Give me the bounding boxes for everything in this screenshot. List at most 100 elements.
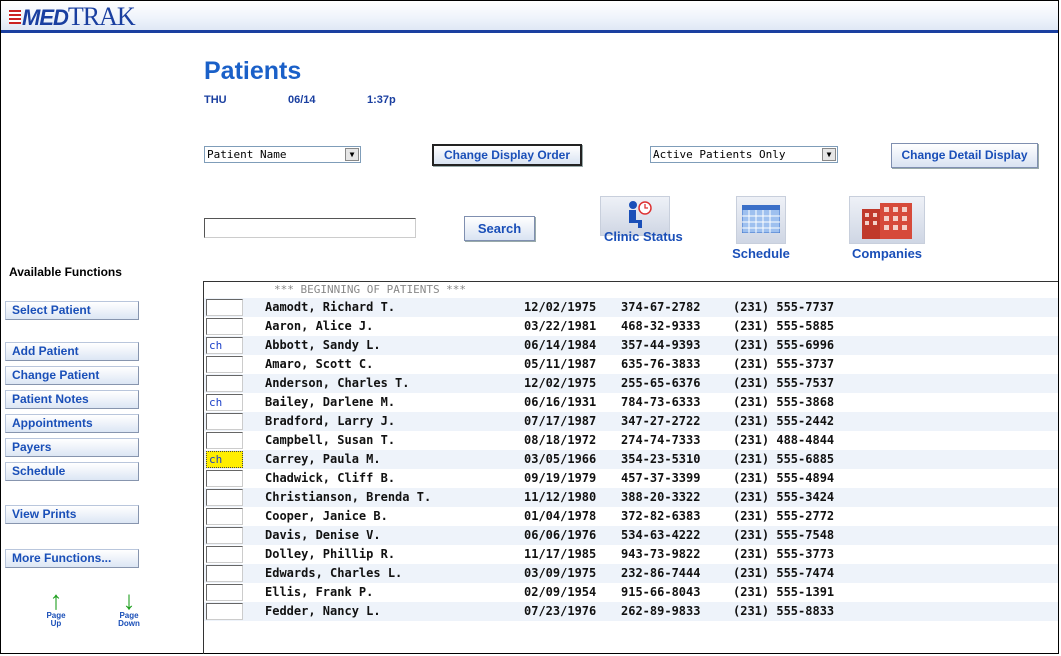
page-up-button[interactable]: ↑ Page Up [44, 587, 68, 628]
patient-dob: 12/02/1975 [524, 300, 597, 314]
status-code-field[interactable] [206, 375, 243, 392]
chevron-down-icon[interactable]: ▼ [345, 148, 359, 161]
patient-phone: (231) 555-2772 [733, 509, 835, 523]
status-code-field[interactable] [206, 299, 243, 316]
patient-dob: 05/11/1987 [524, 357, 597, 371]
patient-name: Aamodt, Richard T. [265, 300, 396, 314]
patient-ssn: 255-65-6376 [621, 376, 701, 390]
status-code-field[interactable] [206, 565, 243, 582]
patient-dob: 02/09/1954 [524, 585, 597, 599]
status-code-field[interactable] [206, 356, 243, 373]
table-row[interactable]: Chadwick, Cliff B. 09/19/1979 457-37-3399 (… [204, 469, 1058, 488]
date-label: 06/14 [288, 94, 316, 106]
patient-ssn: 374-67-2782 [621, 300, 701, 314]
table-row[interactable]: Edwards, Charles L. 03/09/1975 232-86-7444… [204, 564, 1058, 583]
patient-dob: 09/19/1979 [524, 471, 597, 485]
patient-notes-button[interactable]: Patient Notes [5, 390, 139, 409]
patient-list[interactable]: *** BEGINNING OF PATIENTS *** Aamodt, Ri… [203, 281, 1058, 654]
status-code-field[interactable]: ch [206, 337, 243, 354]
page-up-label: Page Up [46, 611, 66, 628]
sort-order-select[interactable]: Patient Name ▼ [204, 146, 361, 163]
patient-dob: 03/22/1981 [524, 319, 597, 333]
schedule-button[interactable]: Schedule [5, 462, 139, 481]
page-down-button[interactable]: ↓ Page Down [117, 587, 141, 628]
table-row[interactable]: ch Bailey, Darlene M. 06/16/1931 784-73-633… [204, 393, 1058, 412]
change-patient-button[interactable]: Change Patient [5, 366, 139, 385]
status-code-field[interactable] [206, 603, 243, 620]
status-code-field[interactable] [206, 584, 243, 601]
status-code-field[interactable]: ch [206, 394, 243, 411]
patient-name: Carrey, Paula M. [265, 452, 381, 466]
schedule-tile[interactable]: Schedule [723, 196, 799, 261]
status-code-field[interactable] [206, 470, 243, 487]
time-label: 1:37p [367, 94, 396, 106]
schedule-label: Schedule [732, 246, 790, 261]
table-row[interactable]: ch Abbott, Sandy L. 06/14/1984 357-44-9393 (… [204, 336, 1058, 355]
table-row[interactable]: Dolley, Phillip R. 11/17/1985 943-73-9822 (… [204, 545, 1058, 564]
patient-ssn: 347-27-2722 [621, 414, 701, 428]
more-functions-button[interactable]: More Functions... [5, 549, 139, 568]
patient-ssn: 468-32-9333 [621, 319, 701, 333]
table-row[interactable]: ch Carrey, Paula M. 03/05/1966 354-23-5310 (… [204, 450, 1058, 469]
patient-ssn: 357-44-9393 [621, 338, 701, 352]
patient-phone: (231) 555-3773 [733, 547, 835, 561]
patient-name: Bradford, Larry J. [265, 414, 396, 428]
view-prints-button[interactable]: View Prints [5, 505, 139, 524]
table-row[interactable]: Ellis, Frank P. 02/09/1954 915-66-8043 (231… [204, 583, 1058, 602]
patient-phone: (231) 555-3868 [733, 395, 835, 409]
medtrak-logo: MEDTRAK [9, 4, 136, 31]
patient-phone: (231) 555-4894 [733, 471, 835, 485]
patient-dob: 12/02/1975 [524, 376, 597, 390]
table-row[interactable]: Campbell, Susan T. 08/18/1972 274-74-7333 (… [204, 431, 1058, 450]
search-input[interactable] [204, 218, 416, 238]
table-row[interactable]: Cooper, Janice B. 01/04/1978 372-82-6383 (2… [204, 507, 1058, 526]
status-code-field[interactable] [206, 508, 243, 525]
flag-icon [9, 10, 21, 25]
patient-phone: (231) 488-4844 [733, 433, 835, 447]
clinic-status-tile[interactable]: Clinic Status [599, 196, 683, 243]
patient-ssn: 915-66-8043 [621, 585, 701, 599]
status-code-field[interactable] [206, 546, 243, 563]
payers-button[interactable]: Payers [5, 438, 139, 457]
patient-ssn: 372-82-6383 [621, 509, 701, 523]
patient-dob: 07/23/1976 [524, 604, 597, 618]
patient-phone: (231) 555-6885 [733, 452, 835, 466]
patient-filter-select[interactable]: Active Patients Only ▼ [650, 146, 838, 163]
patient-ssn: 262-89-9833 [621, 604, 701, 618]
status-code-field[interactable] [206, 527, 243, 544]
status-code-field[interactable]: ch [206, 451, 243, 468]
search-button[interactable]: Search [464, 216, 535, 241]
status-code-field[interactable] [206, 413, 243, 430]
status-code-field[interactable] [206, 318, 243, 335]
change-display-order-button[interactable]: Change Display Order [432, 144, 582, 166]
table-row[interactable]: Aamodt, Richard T. 12/02/1975 374-67-2782 (… [204, 298, 1058, 317]
table-row[interactable]: Fedder, Nancy L. 07/23/1976 262-89-9833 (23… [204, 602, 1058, 621]
patient-ssn: 232-86-7444 [621, 566, 701, 580]
status-code-field[interactable] [206, 489, 243, 506]
table-row[interactable]: Anderson, Charles T. 12/02/1975 255-65-637… [204, 374, 1058, 393]
table-row[interactable]: Davis, Denise V. 06/06/1976 534-63-4222 (23… [204, 526, 1058, 545]
change-detail-display-button[interactable]: Change Detail Display [891, 143, 1038, 168]
chevron-down-icon[interactable]: ▼ [822, 148, 836, 161]
patient-phone: (231) 555-2442 [733, 414, 835, 428]
patient-phone: (231) 555-7474 [733, 566, 835, 580]
patient-phone: (231) 555-6996 [733, 338, 835, 352]
patient-dob: 03/05/1966 [524, 452, 597, 466]
patient-name: Dolley, Phillip R. [265, 547, 396, 561]
select-patient-button[interactable]: Select Patient [5, 301, 139, 320]
table-row[interactable]: Christianson, Brenda T. 11/12/1980 388-20-… [204, 488, 1058, 507]
patient-name: Chadwick, Cliff B. [265, 471, 396, 485]
add-patient-button[interactable]: Add Patient [5, 342, 139, 361]
page-down-label: Page Down [118, 611, 140, 628]
companies-tile[interactable]: Companies [849, 196, 925, 261]
patient-ssn: 388-20-3322 [621, 490, 701, 504]
appointments-button[interactable]: Appointments [5, 414, 139, 433]
patient-ssn: 457-37-3399 [621, 471, 701, 485]
patient-dob: 11/12/1980 [524, 490, 597, 504]
table-row[interactable]: Bradford, Larry J. 07/17/1987 347-27-2722 (… [204, 412, 1058, 431]
table-row[interactable]: Amaro, Scott C. 05/11/1987 635-76-3833 (231… [204, 355, 1058, 374]
status-code-field[interactable] [206, 432, 243, 449]
table-row[interactable]: Aaron, Alice J. 03/22/1981 468-32-9333 (231… [204, 317, 1058, 336]
patient-name: Aaron, Alice J. [265, 319, 374, 333]
patient-name: Christianson, Brenda T. [265, 490, 432, 504]
